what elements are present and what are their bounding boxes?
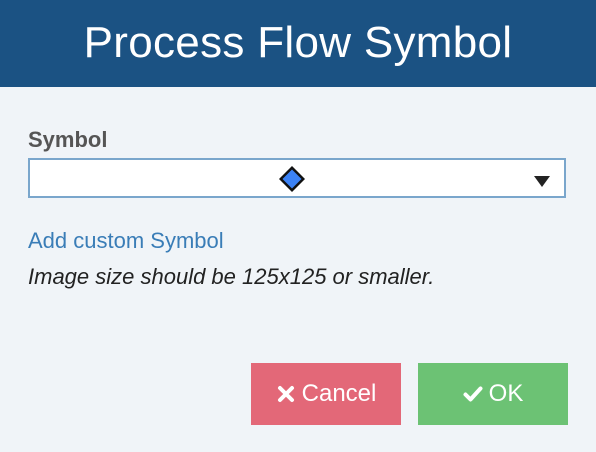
close-icon: [277, 386, 294, 402]
symbol-label: Symbol: [28, 127, 108, 152]
cancel-button[interactable]: Cancel: [251, 363, 401, 425]
add-custom-symbol-link[interactable]: Add custom Symbol: [28, 228, 224, 254]
cancel-button-label: Cancel: [301, 380, 377, 407]
image-size-hint: Image size should be 125x125 or smaller.: [28, 264, 435, 289]
ok-button[interactable]: OK: [418, 363, 568, 425]
blue-diamond-icon: [279, 166, 305, 192]
process-flow-symbol-dialog: Process Flow Symbol Symbol Add custom Sy…: [0, 0, 596, 452]
symbol-select[interactable]: [28, 158, 566, 198]
dialog-header: Process Flow Symbol: [0, 0, 596, 87]
check-icon: [463, 386, 483, 402]
dialog-title: Process Flow Symbol: [83, 17, 513, 67]
dropdown-arrow-icon: [534, 176, 550, 187]
ok-button-label: OK: [488, 380, 524, 407]
